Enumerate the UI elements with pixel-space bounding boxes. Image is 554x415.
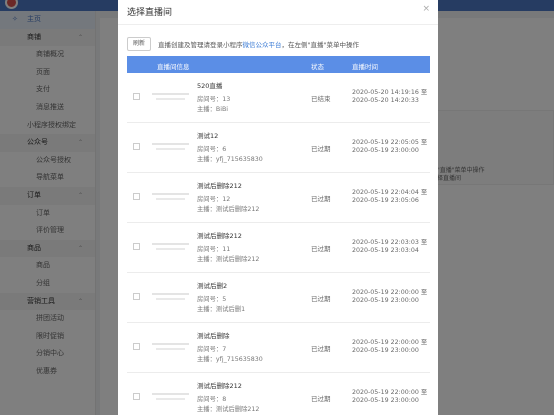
room-number: 房间号：7 <box>197 346 227 353</box>
table-row[interactable]: 520直播 房间号：13 主播：BiBi 已结束 2020-05-20 14:1… <box>127 73 430 123</box>
start-time: 2020-05-19 22:00:00 至 <box>352 289 428 296</box>
room-host: 主播：BiBi <box>197 106 229 113</box>
column-header: 直播间信息 <box>157 63 190 71</box>
start-time: 2020-05-19 22:05:05 至 <box>352 139 428 146</box>
cover-image <box>148 233 193 261</box>
end-time: 2020-05-19 23:00:00 <box>352 347 419 354</box>
room-name: 测试后删除212 <box>197 182 242 190</box>
table-row[interactable]: 测试12 房间号：6 主播：yfj_715635830 已过期 2020-05-… <box>127 123 430 173</box>
notice-prefix: 直播创建及管理请登录小程序 <box>158 41 243 49</box>
row-checkbox[interactable] <box>133 193 140 200</box>
table-row[interactable]: 测试后删除212 房间号：8 主播：测试后删除212 已过期 2020-05-1… <box>127 373 430 415</box>
divider <box>118 24 438 25</box>
select-live-room-modal: 选择直播间 × 刷新 直播创建及管理请登录小程序微信公众平台，在左侧"直播"菜单… <box>118 0 438 415</box>
end-time: 2020-05-19 23:00:00 <box>352 147 419 154</box>
room-host: 主播：测试后删1 <box>197 306 246 313</box>
room-host: 主播：测试后删除212 <box>197 256 260 263</box>
room-host: 主播：yfj_715635830 <box>197 356 263 363</box>
wechat-platform-link[interactable]: 微信公众平台 <box>243 41 282 49</box>
table-row[interactable]: 测试后删除212 房间号：12 主播：测试后删除212 已过期 2020-05-… <box>127 173 430 223</box>
room-name: 测试12 <box>197 132 219 140</box>
status-text: 已过期 <box>311 145 331 153</box>
room-number: 房间号：11 <box>197 246 231 253</box>
room-name: 测试后删除212 <box>197 232 242 240</box>
modal-title: 选择直播间 <box>127 8 173 18</box>
end-time: 2020-05-19 23:03:04 <box>352 247 419 254</box>
refresh-button[interactable]: 刷新 <box>127 37 151 51</box>
room-name: 520直播 <box>197 82 223 90</box>
room-number: 房间号：12 <box>197 196 231 203</box>
status-text: 已过期 <box>311 295 331 303</box>
start-time: 2020-05-19 22:00:00 至 <box>352 339 428 346</box>
room-name: 测试后删除212 <box>197 382 242 390</box>
cover-image <box>148 83 193 111</box>
table-row[interactable]: 测试后删除 房间号：7 主播：yfj_715635830 已过期 2020-05… <box>127 323 430 373</box>
status-text: 已过期 <box>311 195 331 203</box>
end-time: 2020-05-19 23:05:06 <box>352 197 419 204</box>
row-checkbox[interactable] <box>133 143 140 150</box>
room-name: 测试后删除 <box>197 332 230 340</box>
room-number: 房间号：6 <box>197 146 227 153</box>
status-text: 已过期 <box>311 395 331 403</box>
column-header: 状态 <box>311 63 324 71</box>
end-time: 2020-05-20 14:20:33 <box>352 97 419 104</box>
start-time: 2020-05-19 22:03:03 至 <box>352 239 428 246</box>
row-checkbox[interactable] <box>133 343 140 350</box>
cover-image <box>148 133 193 161</box>
table-row[interactable]: 测试后删2 房间号：5 主播：测试后删1 已过期 2020-05-19 22:0… <box>127 273 430 323</box>
end-time: 2020-05-19 23:00:00 <box>352 297 419 304</box>
status-text: 已结束 <box>311 95 331 103</box>
room-number: 房间号：8 <box>197 396 227 403</box>
table-row[interactable]: 测试后删除212 房间号：11 主播：测试后删除212 已过期 2020-05-… <box>127 223 430 273</box>
cover-image <box>148 183 193 211</box>
start-time: 2020-05-19 22:04:04 至 <box>352 189 428 196</box>
notice-text: 直播创建及管理请登录小程序微信公众平台，在左侧"直播"菜单中操作 <box>158 39 359 49</box>
room-name: 测试后删2 <box>197 282 228 290</box>
cover-image <box>148 333 193 361</box>
start-time: 2020-05-19 22:00:00 至 <box>352 389 428 396</box>
row-checkbox[interactable] <box>133 243 140 250</box>
room-number: 房间号：13 <box>197 96 231 103</box>
status-text: 已过期 <box>311 245 331 253</box>
room-host: 主播：yfj_715635830 <box>197 156 263 163</box>
room-host: 主播：测试后删除212 <box>197 406 260 413</box>
close-icon[interactable]: × <box>422 4 430 14</box>
end-time: 2020-05-19 23:00:00 <box>352 397 419 404</box>
room-number: 房间号：5 <box>197 296 227 303</box>
room-host: 主播：测试后删除212 <box>197 206 260 213</box>
start-time: 2020-05-20 14:19:16 至 <box>352 89 428 96</box>
table-header: 直播间信息 状态 直播时间 <box>127 56 430 73</box>
cover-image <box>148 383 193 411</box>
notice-suffix: ，在左侧"直播"菜单中操作 <box>281 41 359 49</box>
cover-image <box>148 283 193 311</box>
row-checkbox[interactable] <box>133 293 140 300</box>
row-checkbox[interactable] <box>133 93 140 100</box>
column-header: 直播时间 <box>352 63 378 71</box>
status-text: 已过期 <box>311 345 331 353</box>
row-checkbox[interactable] <box>133 393 140 400</box>
